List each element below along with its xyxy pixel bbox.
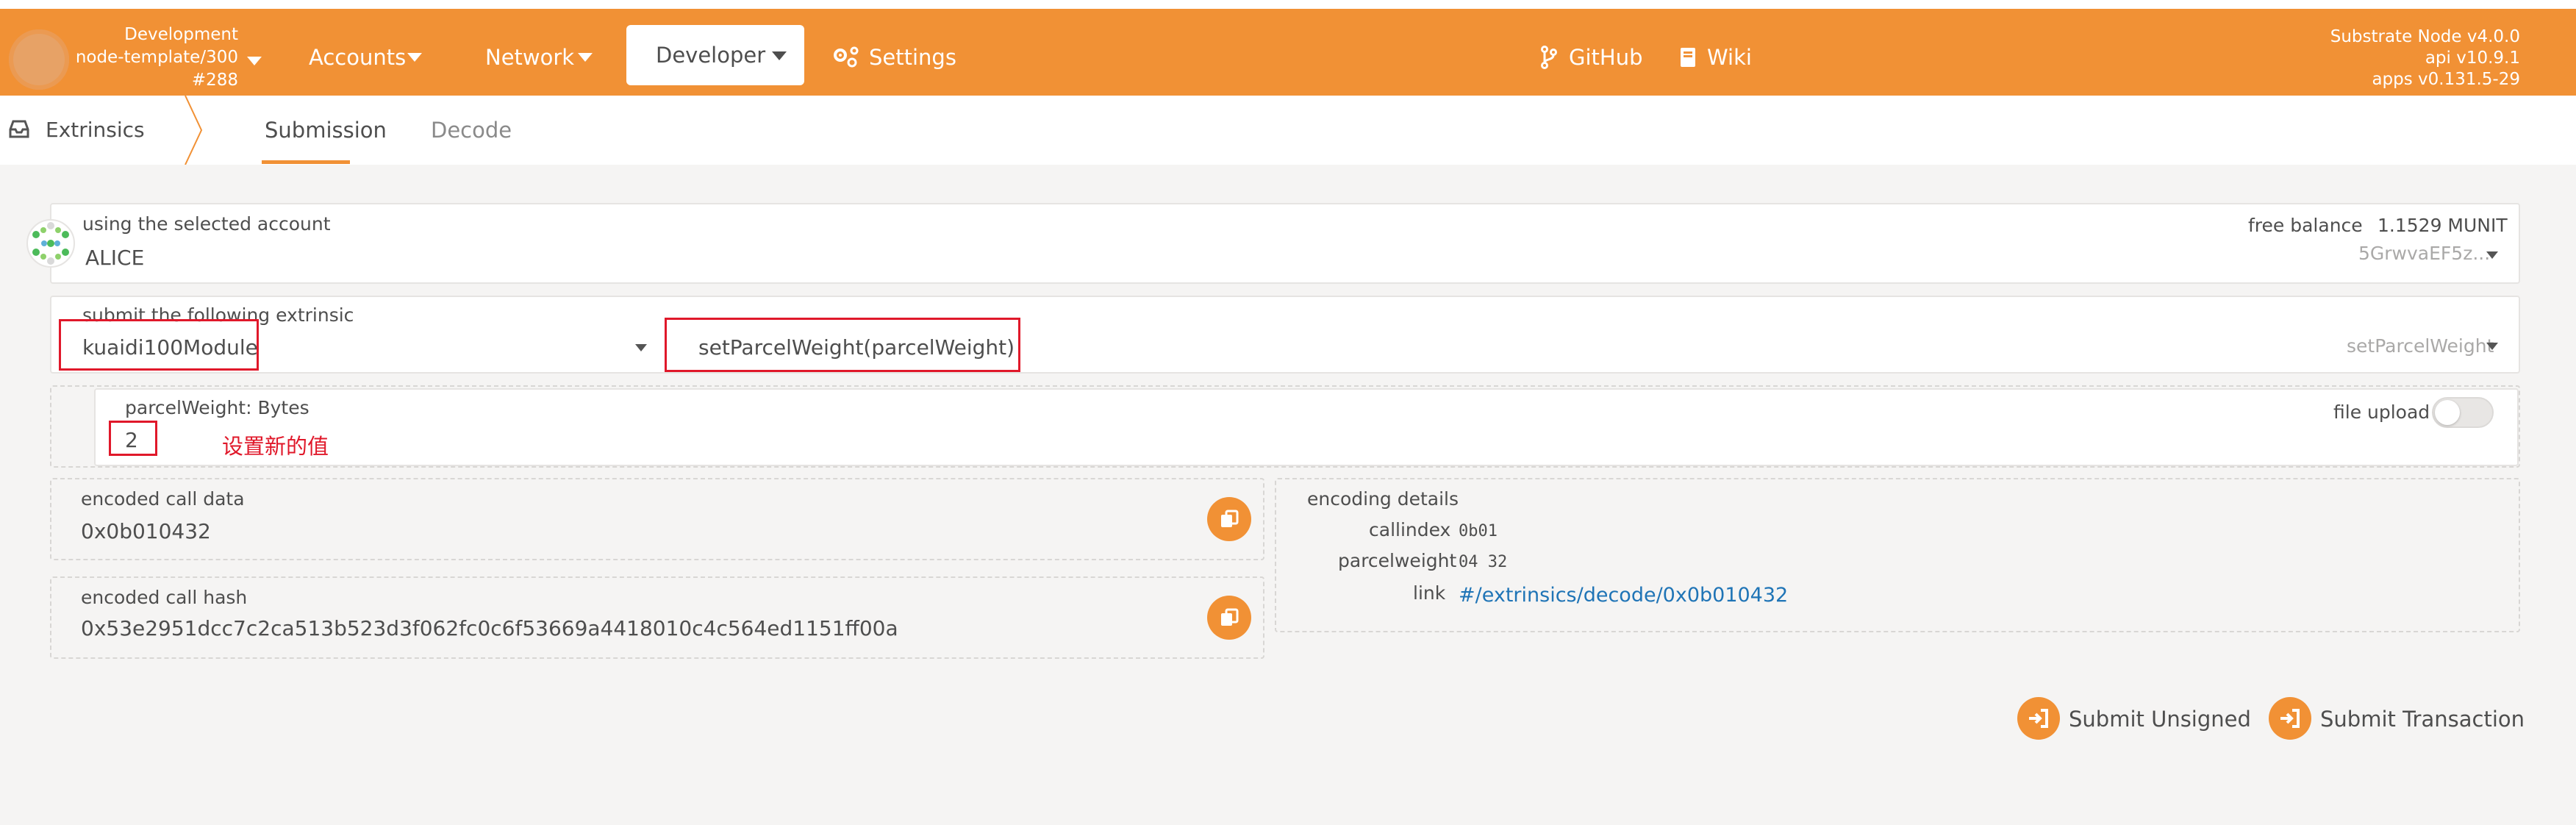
github-label: GitHub <box>1569 45 1643 70</box>
chevron-down-icon <box>407 53 422 62</box>
annotation-text: 设置新的值 <box>222 434 329 459</box>
github-link[interactable]: GitHub <box>1541 28 1644 87</box>
copy-call-hash-button[interactable] <box>1207 596 1251 640</box>
method-short: setParcelWeight <box>2347 335 2494 357</box>
parcelweight-value: 04 32 <box>1459 553 1508 571</box>
annotation-box-method <box>665 318 1020 372</box>
chevron-down-icon <box>772 51 787 60</box>
tabs-bar: Extrinsics Submission Decode <box>0 96 2576 165</box>
wiki-link[interactable]: Wiki <box>1679 28 1760 87</box>
submit-transaction-label: Submit Transaction <box>2320 707 2525 732</box>
call-data-label: encoded call data <box>81 488 245 510</box>
active-tab-indicator <box>262 160 350 164</box>
wiki-label: Wiki <box>1707 45 1752 70</box>
parcelweight-label: parcelweight <box>1338 550 1457 571</box>
annotation-box-param <box>109 421 157 456</box>
copy-call-data-button[interactable] <box>1207 497 1251 541</box>
chevron-down-icon <box>2486 251 2498 259</box>
call-hash-label: encoded call hash <box>81 587 248 608</box>
menu-settings-label: Settings <box>869 45 956 70</box>
param-parcelweight: parcelWeight: Bytes 2 file upload <box>94 388 2519 466</box>
tab-submission[interactable]: Submission <box>265 118 387 143</box>
menu-developer-label: Developer <box>656 43 766 68</box>
menu-accounts[interactable]: Accounts <box>309 28 426 87</box>
param-label: parcelWeight: Bytes <box>125 397 310 418</box>
extrinsic-selector: submit the following extrinsic kuaidi100… <box>50 296 2520 374</box>
account-name: ALICE <box>85 246 145 270</box>
balance-label: free balance <box>2248 215 2363 236</box>
copy-icon <box>1221 608 1239 626</box>
encoding-details-title: encoding details <box>1307 488 1459 510</box>
menu-settings[interactable]: Settings <box>832 28 956 87</box>
account-selector[interactable]: using the selected account ALICE free ba… <box>50 203 2520 284</box>
decode-link[interactable]: #/extrinsics/decode/0x0b010432 <box>1459 584 1788 607</box>
callindex-value: 0b01 <box>1459 522 1498 540</box>
annotation-box-module <box>59 319 259 371</box>
encoded-call-hash: encoded call hash 0x53e2951dcc7c2ca513b5… <box>50 576 1264 659</box>
inbox-icon <box>9 120 29 138</box>
apps-version: apps v0.131.5-29 <box>2372 70 2520 89</box>
tabs-root: Extrinsics <box>0 96 206 165</box>
submit-unsigned-label: Submit Unsigned <box>2069 707 2251 732</box>
sign-in-icon <box>2269 697 2311 740</box>
identicon-avatar <box>26 219 75 268</box>
account-address: 5GrwvaEF5z... <box>2358 243 2491 264</box>
tabs-root-label: Extrinsics <box>46 118 145 142</box>
menu-accounts-label: Accounts <box>309 45 407 70</box>
call-hash-value: 0x53e2951dcc7c2ca513b523d3f062fc0c6f5366… <box>81 616 898 640</box>
chevron-down-icon <box>578 53 593 62</box>
submit-transaction-button[interactable]: Submit Transaction <box>2269 697 2525 741</box>
copy-icon <box>1221 510 1239 527</box>
module-dropdown-icon[interactable] <box>635 344 647 351</box>
call-data-value: 0x0b010432 <box>81 519 211 543</box>
menu-network-label: Network <box>485 45 575 70</box>
chain-logo[interactable] <box>9 29 69 90</box>
tab-decode[interactable]: Decode <box>431 118 512 143</box>
chain-dropdown-icon[interactable] <box>247 54 262 68</box>
chain-selector[interactable]: Development node-template/300 #288 <box>74 24 238 92</box>
top-navigation-bar: Development node-template/300 #288 Accou… <box>0 0 2576 96</box>
method-dropdown-icon[interactable] <box>2486 343 2498 350</box>
balance-value: 1.1529 MUNIT <box>2378 215 2508 236</box>
encoding-details: encoding details callindex 0b01 parcelwe… <box>1275 478 2520 632</box>
menu-network[interactable]: Network <box>485 28 603 87</box>
code-branch-icon <box>1541 46 1557 69</box>
callindex-label: callindex <box>1369 519 1451 540</box>
file-upload-toggle[interactable] <box>2432 397 2494 428</box>
api-version: api v10.9.1 <box>2425 49 2520 68</box>
submit-unsigned-button[interactable]: Submit Unsigned <box>2017 697 2251 741</box>
node-version: Substrate Node v4.0.0 <box>2330 27 2520 46</box>
gears-icon <box>834 46 859 68</box>
encoded-call-data: encoded call data 0x0b010432 <box>50 478 1264 560</box>
account-label: using the selected account <box>82 213 331 235</box>
menu-developer[interactable]: Developer <box>626 25 804 85</box>
chain-node: node-template/300 <box>75 48 238 67</box>
book-icon <box>1681 48 1695 67</box>
link-label: link <box>1413 582 1446 604</box>
chain-name: Development <box>124 25 238 44</box>
sign-in-icon <box>2017 697 2060 740</box>
breadcrumb-chevron <box>185 96 203 165</box>
version-info: Substrate Node v4.0.0 api v10.9.1 apps v… <box>2330 26 2520 90</box>
file-upload-label: file upload <box>2333 401 2430 423</box>
chain-block: #288 <box>191 71 238 90</box>
